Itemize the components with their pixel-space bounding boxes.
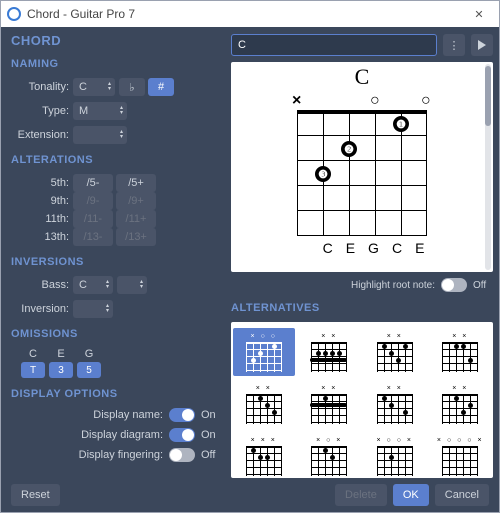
alternative-item[interactable]: × ○ ○ <box>233 328 295 376</box>
alteration-minus[interactable]: /5- <box>73 174 113 192</box>
fret-dot: ❸ <box>315 166 331 182</box>
omission-note: C <box>29 348 37 360</box>
chord-name-value: C <box>238 39 246 51</box>
alteration-label: 11th: <box>11 213 69 225</box>
alternative-item[interactable]: × × × <box>233 432 295 478</box>
preview-scrollbar[interactable] <box>485 64 491 270</box>
display-fingering-label: Display fingering: <box>79 449 163 461</box>
alteration-plus[interactable]: /13+ <box>116 228 156 246</box>
fretboard-diagram: × ○ ○ ❶ ❷ ❸ <box>297 96 427 236</box>
alternatives-panel[interactable]: × ○ ○× ×× ×× ×× ×× ×× ×× ×× × ×× ○ ×× ○ … <box>231 322 493 478</box>
display-fingering-toggle[interactable] <box>169 448 195 462</box>
alternative-item[interactable]: × × <box>364 380 426 428</box>
titlebar[interactable]: Chord - Guitar Pro 7 ✕ <box>1 1 499 27</box>
alternative-item[interactable]: × × <box>430 380 492 428</box>
fret-dot: ❶ <box>393 116 409 132</box>
alternative-item[interactable]: × ○ ○ ○ × <box>430 432 492 478</box>
inversions-section: INVERSIONS <box>11 256 221 268</box>
alternative-item[interactable]: × ○ ○ × <box>364 432 426 478</box>
display-diagram-toggle[interactable] <box>169 428 195 442</box>
alternative-item[interactable]: × × <box>233 380 295 428</box>
alternative-item[interactable]: × × <box>299 328 361 376</box>
display-name-label: Display name: <box>93 409 163 421</box>
omission-note: G <box>85 348 94 360</box>
bass-select[interactable]: C ▴▾ <box>73 276 113 294</box>
alteration-plus[interactable]: /9+ <box>116 192 156 210</box>
extension-select[interactable]: ▴▾ <box>73 126 127 144</box>
alteration-label: 5th: <box>11 177 69 189</box>
display-name-state: On <box>201 409 221 421</box>
extension-label: Extension: <box>11 129 69 141</box>
flat-button[interactable]: ♭ <box>119 78 145 96</box>
window-title: Chord - Guitar Pro 7 <box>27 7 135 21</box>
highlight-state: Off <box>473 280 493 291</box>
alternatives-section: ALTERNATIVES <box>231 302 493 314</box>
omissions-section: OMISSIONS <box>11 328 221 340</box>
alternative-item[interactable]: × × <box>430 328 492 376</box>
type-value: M <box>79 105 88 117</box>
display-fingering-state: Off <box>201 449 221 461</box>
stepper-icon: ▴▾ <box>106 280 109 290</box>
cancel-button[interactable]: Cancel <box>435 484 489 506</box>
bass-string-select[interactable]: ▴▾ <box>117 276 147 294</box>
omission-button[interactable]: 5 <box>77 362 101 378</box>
delete-button[interactable]: Delete <box>335 484 387 506</box>
preview-chord-name: C <box>355 64 370 90</box>
alteration-minus[interactable]: /9- <box>73 192 113 210</box>
omission-button[interactable]: 3 <box>49 362 73 378</box>
tonality-label: Tonality: <box>11 81 69 93</box>
chord-preview: C × ○ ○ ❶ <box>231 62 493 272</box>
alteration-label: 13th: <box>11 231 69 243</box>
reset-button[interactable]: Reset <box>11 484 60 506</box>
alterations-section: ALTERATIONS <box>11 154 221 166</box>
type-label: Type: <box>11 105 69 117</box>
bass-value: C <box>79 279 87 291</box>
omission-note: E <box>57 348 64 360</box>
inversion-label: Inversion: <box>11 303 69 315</box>
stepper-icon: ▴▾ <box>106 304 109 314</box>
app-icon <box>7 7 21 21</box>
alternative-item[interactable]: × × <box>364 328 426 376</box>
display-section: DISPLAY OPTIONS <box>11 388 221 400</box>
kebab-menu-icon[interactable]: ⋮ <box>443 34 465 56</box>
close-icon[interactable]: ✕ <box>459 1 499 27</box>
highlight-label: Highlight root note: <box>351 280 435 291</box>
alteration-plus[interactable]: /5+ <box>116 174 156 192</box>
stepper-icon: ▴▾ <box>120 106 123 116</box>
display-diagram-state: On <box>201 429 221 441</box>
naming-section: NAMING <box>11 58 221 70</box>
display-diagram-label: Display diagram: <box>81 429 163 441</box>
tonality-value: C <box>79 81 87 93</box>
chord-name-input[interactable]: C <box>231 34 437 56</box>
stepper-icon: ▴▾ <box>120 130 123 140</box>
tonality-select[interactable]: C ▴▾ <box>73 78 115 96</box>
omission-button[interactable]: T <box>21 362 45 378</box>
stepper-icon: ▴▾ <box>140 280 143 290</box>
display-name-toggle[interactable] <box>169 408 195 422</box>
stepper-icon: ▴▾ <box>108 82 111 92</box>
sharp-button[interactable]: # <box>148 78 174 96</box>
alteration-plus[interactable]: /11+ <box>116 210 156 228</box>
highlight-toggle[interactable] <box>441 278 467 292</box>
play-icon[interactable] <box>471 34 493 56</box>
alteration-label: 9th: <box>11 195 69 207</box>
chord-dialog: Chord - Guitar Pro 7 ✕ CHORD NAMING Tona… <box>0 0 500 513</box>
alteration-minus[interactable]: /11- <box>73 210 113 228</box>
alteration-minus[interactable]: /13- <box>73 228 113 246</box>
chord-header: CHORD <box>11 33 221 48</box>
fret-dot: ❷ <box>341 141 357 157</box>
dialog-footer: Reset Delete OK Cancel <box>1 478 499 512</box>
inversion-select[interactable]: ▴▾ <box>73 300 113 318</box>
type-select[interactable]: M ▴▾ <box>73 102 127 120</box>
ok-button[interactable]: OK <box>393 484 429 506</box>
alternative-item[interactable]: × ○ × <box>299 432 361 478</box>
alternative-item[interactable]: × × <box>299 380 361 428</box>
note-labels: C E G C E <box>300 240 425 256</box>
bass-label: Bass: <box>11 279 69 291</box>
